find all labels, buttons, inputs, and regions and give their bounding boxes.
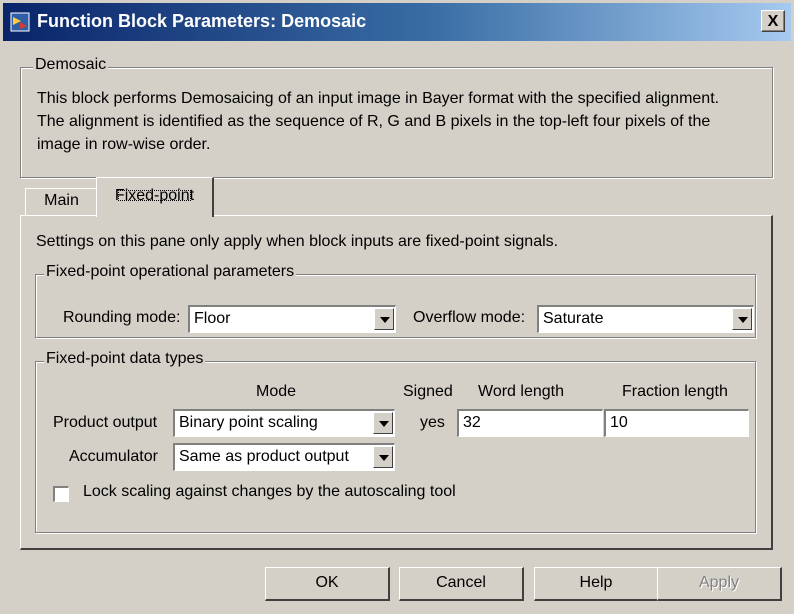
data-types-group: Fixed-point data types Mode Signed Word … [35,350,756,533]
word-length-column-header: Word length [478,383,564,400]
product-output-label: Product output [53,414,158,431]
chevron-down-icon[interactable] [732,308,752,330]
demosaic-description-group: Demosaic This block performs Demosaicing… [20,56,773,178]
function-block-parameters-dialog: Function Block Parameters: Demosaic X De… [0,0,794,614]
accumulator-mode-select[interactable]: Same as product output [173,443,395,471]
lock-scaling-checkbox[interactable] [53,486,69,502]
chevron-down-icon[interactable] [373,412,393,434]
accumulator-mode-value: Same as product output [179,448,349,465]
fraction-length-column-header: Fraction length [622,383,728,400]
ok-button[interactable]: OK [265,567,390,601]
accumulator-label: Accumulator [69,448,158,465]
product-output-signed: yes [420,414,445,431]
tab-fixed-point[interactable]: Fixed-point [96,177,214,217]
help-button[interactable]: Help [534,567,659,601]
simulink-block-icon [10,12,30,32]
settings-note: Settings on this pane only apply when bl… [36,233,559,250]
operational-parameters-group: Fixed-point operational parameters Round… [35,263,756,338]
data-types-group-label: Fixed-point data types [44,350,206,368]
product-output-word-length-field[interactable]: 32 [457,409,603,437]
cancel-button[interactable]: Cancel [399,567,524,601]
fixed-point-tab-panel: Settings on this pane only apply when bl… [20,215,773,550]
lock-scaling-label: Lock scaling against changes by the auto… [83,483,456,500]
close-button[interactable]: X [761,10,785,32]
signed-column-header: Signed [403,383,453,400]
demosaic-group-label: Demosaic [33,56,109,74]
chevron-down-icon[interactable] [374,308,394,330]
rounding-mode-select[interactable]: Floor [188,305,396,333]
title-bar[interactable]: Function Block Parameters: Demosaic X [3,3,791,41]
window-title: Function Block Parameters: Demosaic [37,11,367,31]
tab-main[interactable]: Main [25,188,99,215]
chevron-down-icon[interactable] [373,446,393,468]
rounding-mode-label: Rounding mode: [63,309,181,326]
overflow-mode-value: Saturate [543,310,604,327]
mode-column-header: Mode [256,383,297,400]
product-output-mode-value: Binary point scaling [179,414,318,431]
product-output-fraction-length-field[interactable]: 10 [604,409,749,437]
tab-fixed-point-label: Fixed-point [114,187,195,204]
overflow-mode-label: Overflow mode: [413,309,526,326]
rounding-mode-value: Floor [194,310,231,327]
product-output-mode-select[interactable]: Binary point scaling [173,409,395,437]
apply-button[interactable]: Apply [657,567,782,601]
block-description: This block performs Demosaicing of an in… [37,90,720,153]
overflow-mode-select[interactable]: Saturate [537,305,754,333]
operational-group-label: Fixed-point operational parameters [44,263,297,281]
